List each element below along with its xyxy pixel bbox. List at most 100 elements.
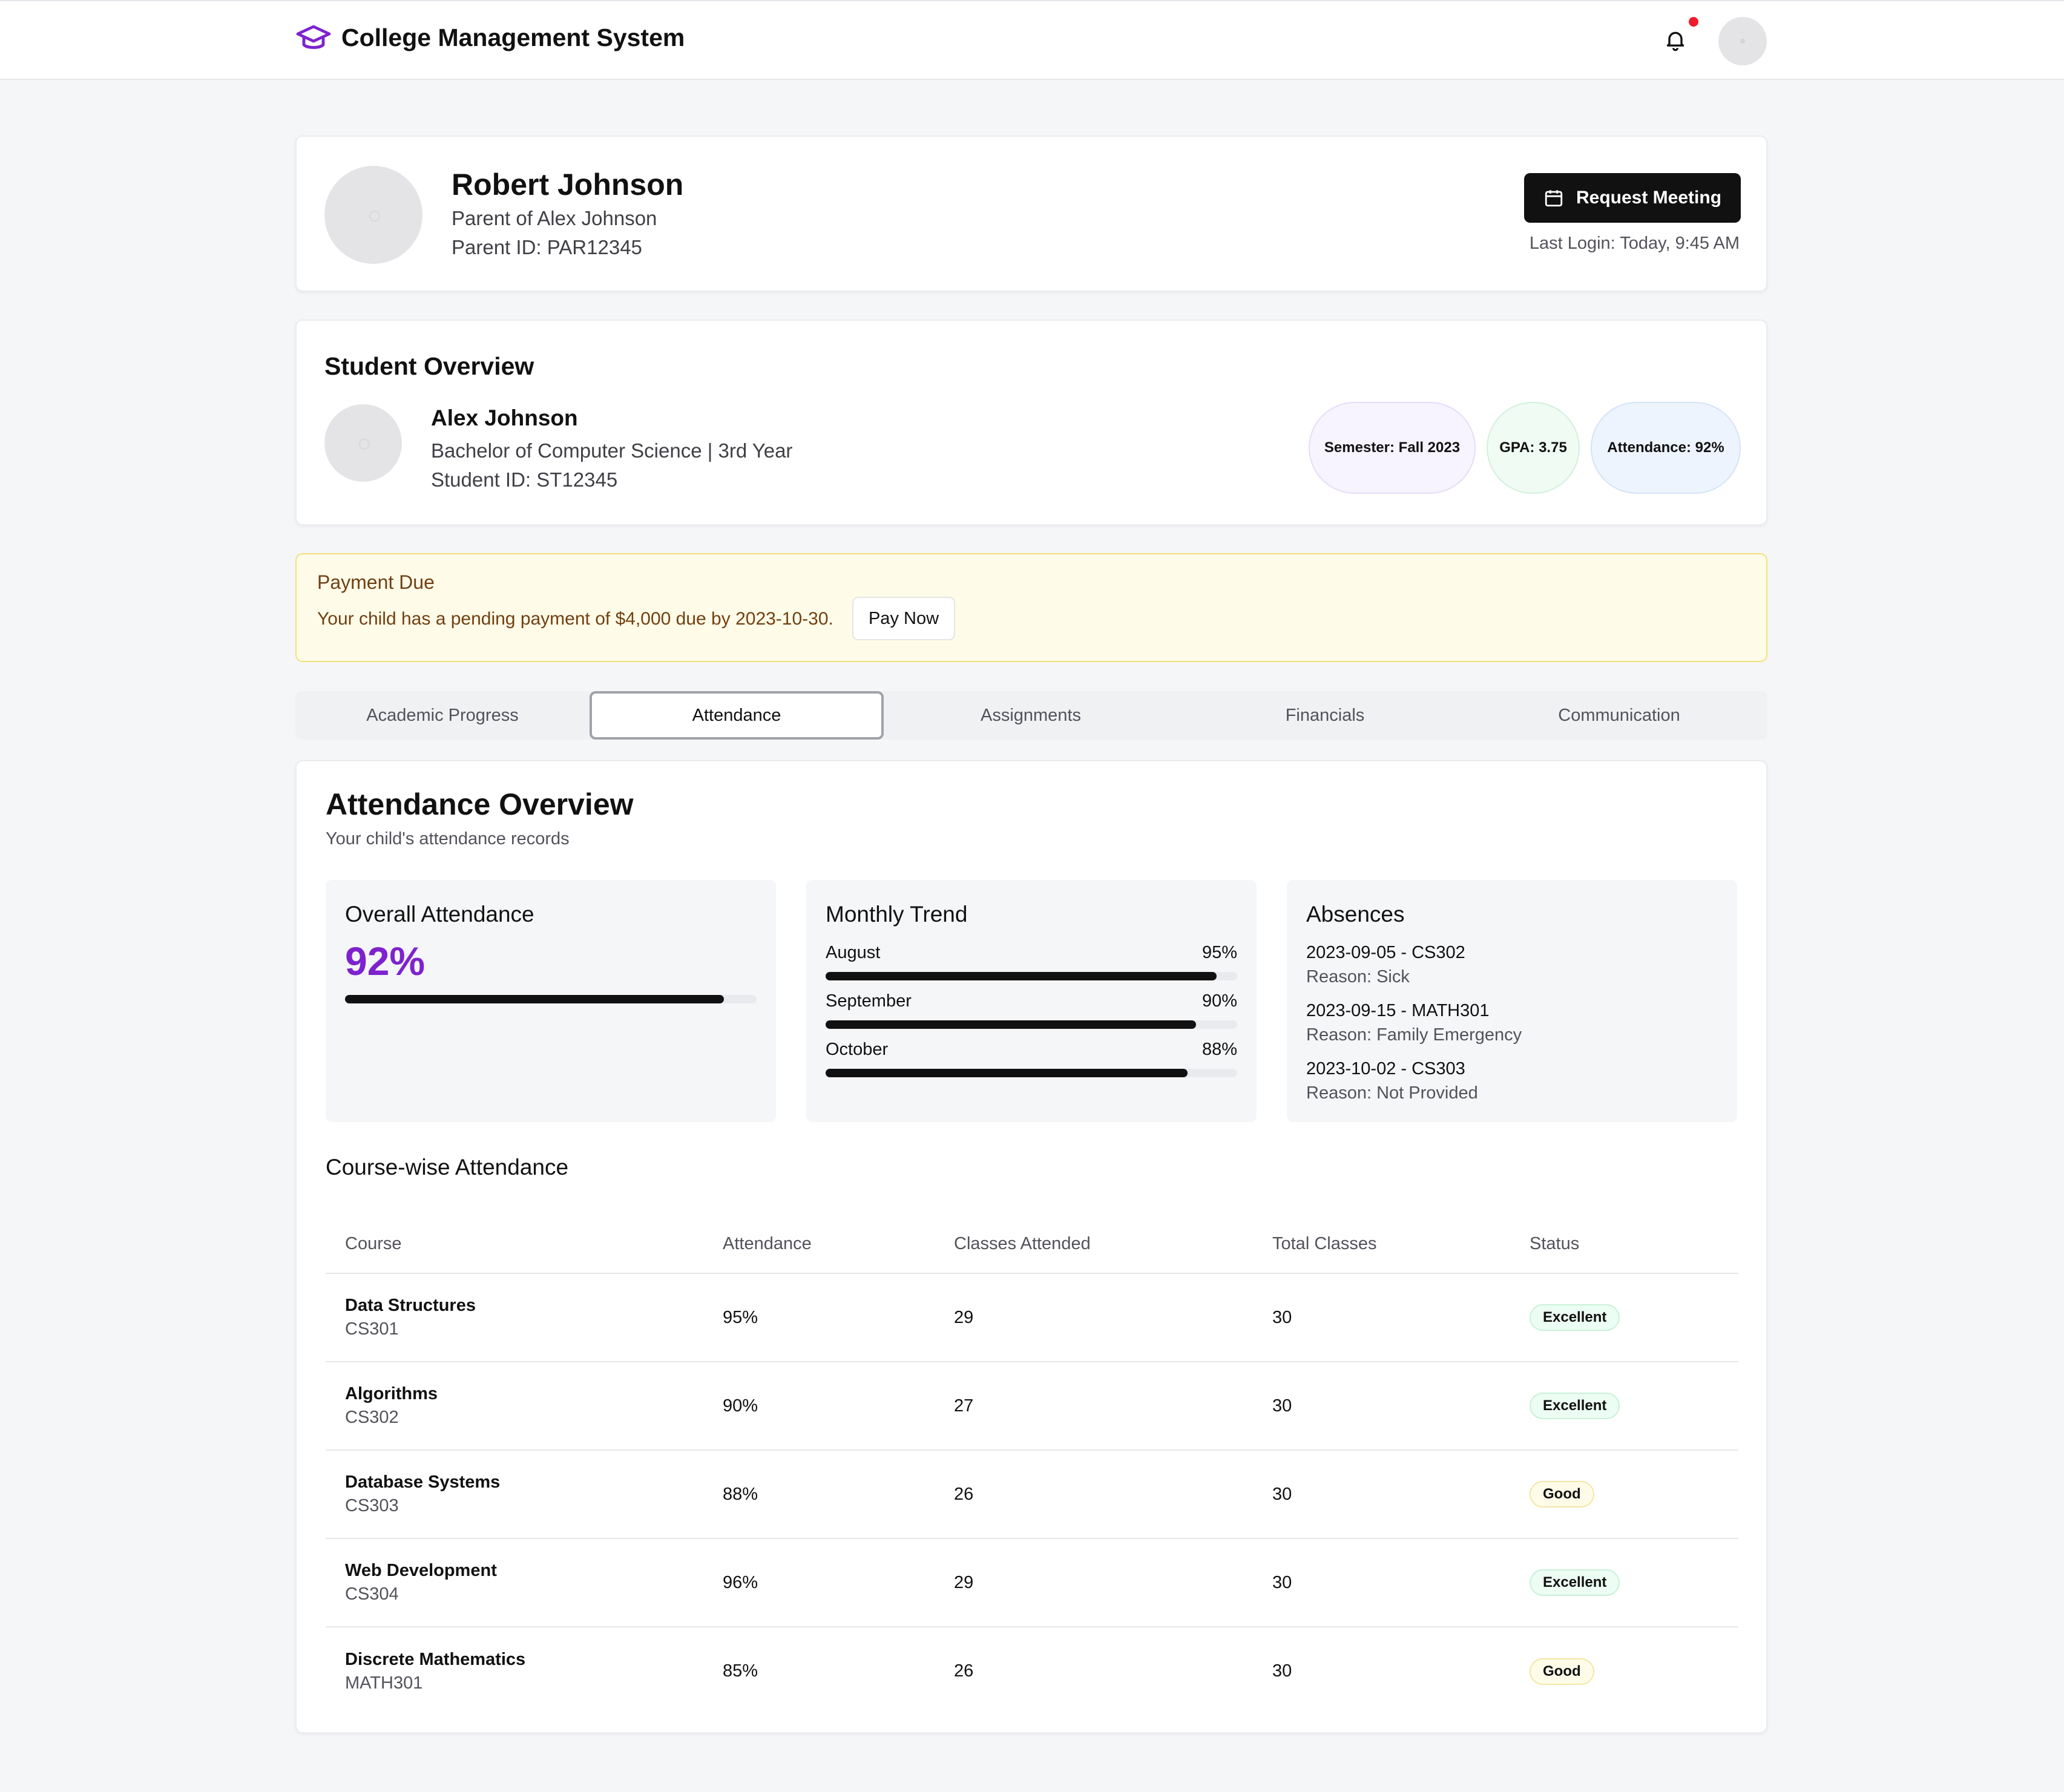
user-avatar[interactable] bbox=[1718, 17, 1767, 65]
absence-date-course: 2023-09-15 - MATH301 bbox=[1306, 1001, 1490, 1020]
progress-fill bbox=[345, 995, 724, 1003]
column-header: Course bbox=[326, 1215, 703, 1274]
month-progress-bar bbox=[826, 1020, 1237, 1029]
panel-subtitle: Your child's attendance records bbox=[326, 829, 570, 848]
course-code: CS304 bbox=[345, 1584, 399, 1604]
classes-attended-cell: 29 bbox=[935, 1538, 1253, 1627]
attendance-pill: Attendance: 92% bbox=[1591, 402, 1741, 494]
parent-name: Robert Johnson bbox=[452, 168, 684, 202]
status-cell: Excellent bbox=[1510, 1273, 1738, 1362]
column-header: Attendance bbox=[703, 1215, 935, 1274]
alert-message: Your child has a pending payment of $4,0… bbox=[317, 609, 833, 629]
classes-attended-cell: 26 bbox=[954, 1661, 974, 1681]
month-progress-bar bbox=[826, 1069, 1237, 1077]
tab-assignments[interactable]: Assignments bbox=[884, 691, 1178, 740]
course-name: Database Systems bbox=[345, 1472, 501, 1492]
course-table-title: Course-wise Attendance bbox=[326, 1155, 569, 1180]
status-cell: Good bbox=[1510, 1627, 1738, 1715]
course-code: CS301 bbox=[345, 1319, 399, 1339]
parent-profile-card: Robert Johnson Parent of Alex Johnson Pa… bbox=[295, 136, 1767, 292]
parent-relation: Parent of Alex Johnson bbox=[452, 207, 657, 229]
absence-reason: Reason: Family Emergency bbox=[1306, 1025, 1522, 1045]
tab-attendance[interactable]: Attendance bbox=[590, 691, 884, 740]
total-classes-cell: 30 bbox=[1253, 1538, 1510, 1627]
status-cell: Excellent bbox=[1510, 1538, 1738, 1627]
monthly-trend-card: Monthly Trend August 95% September 90% O… bbox=[806, 880, 1257, 1122]
course-cell: Database Systems CS303 bbox=[326, 1450, 703, 1539]
month-value: 88% bbox=[1201, 1040, 1237, 1059]
overall-percentage: 92% bbox=[345, 939, 426, 983]
classes-attended-cell: 29 bbox=[935, 1273, 1253, 1362]
status-badge: Good bbox=[1530, 1481, 1594, 1508]
course-name: Discrete Mathematics bbox=[345, 1649, 526, 1669]
student-avatar bbox=[324, 404, 402, 482]
stat-title: Overall Attendance bbox=[345, 902, 534, 927]
pill-label: Attendance: 92% bbox=[1607, 439, 1724, 456]
column-header: Total Classes bbox=[1253, 1215, 1510, 1274]
semester-pill: Semester: Fall 2023 bbox=[1309, 402, 1476, 494]
month-progress-bar bbox=[826, 972, 1237, 980]
tab-academic-progress[interactable]: Academic Progress bbox=[295, 691, 590, 740]
course-cell: Discrete Mathematics MATH301 bbox=[326, 1627, 703, 1715]
brand[interactable]: College Management System bbox=[295, 23, 685, 52]
column-header: Classes Attended bbox=[935, 1215, 1253, 1274]
student-id: Student ID: ST12345 bbox=[431, 468, 618, 491]
attendance-cell: 90% bbox=[703, 1362, 935, 1451]
status-badge: Excellent bbox=[1530, 1569, 1620, 1596]
pay-now-button[interactable]: Pay Now bbox=[852, 597, 955, 640]
month-value: 90% bbox=[1201, 991, 1237, 1011]
bell-icon[interactable] bbox=[1663, 28, 1688, 52]
table-row: Database Systems CS303 88% 26 30 Good bbox=[326, 1450, 1738, 1539]
request-meeting-button[interactable]: Request Meeting bbox=[1524, 173, 1741, 223]
attendance-cell: 95% bbox=[703, 1273, 935, 1362]
table-row: Algorithms CS302 90% 27 30 Excellent bbox=[326, 1362, 1738, 1451]
column-header: Status bbox=[1510, 1215, 1738, 1274]
absence-date-course: 2023-09-05 - CS302 bbox=[1306, 943, 1465, 962]
tab-financials[interactable]: Financials bbox=[1178, 691, 1472, 740]
total-classes-cell: 30 bbox=[1253, 1450, 1510, 1539]
student-overview-card: Student Overview Alex Johnson Bachelor o… bbox=[295, 320, 1767, 525]
student-program: Bachelor of Computer Science | 3rd Year bbox=[431, 439, 793, 462]
tab-communication[interactable]: Communication bbox=[1472, 691, 1766, 740]
top-navigation-bar: College Management System bbox=[0, 0, 2064, 80]
parent-id: Parent ID: PAR12345 bbox=[452, 236, 642, 258]
course-code: CS302 bbox=[345, 1408, 399, 1427]
total-classes-cell: 30 bbox=[1272, 1661, 1292, 1681]
app-title: College Management System bbox=[341, 23, 685, 51]
status-badge: Good bbox=[1530, 1658, 1594, 1685]
status-cell: Good bbox=[1510, 1450, 1738, 1539]
progress-fill bbox=[826, 1069, 1188, 1077]
absences-card: Absences 2023-09-05 - CS302 Reason: Sick… bbox=[1287, 880, 1737, 1122]
student-name: Alex Johnson bbox=[431, 405, 578, 430]
attendance-cell: 85% bbox=[723, 1661, 758, 1681]
request-meeting-label: Request Meeting bbox=[1576, 188, 1722, 208]
course-cell: Web Development CS304 bbox=[326, 1538, 703, 1627]
classes-attended-cell: 26 bbox=[935, 1450, 1253, 1539]
panel-title: Attendance Overview bbox=[326, 787, 634, 821]
stat-title: Monthly Trend bbox=[826, 902, 968, 927]
absence-date-course: 2023-10-02 - CS303 bbox=[1306, 1059, 1465, 1078]
calendar-icon bbox=[1545, 190, 1563, 207]
course-code: CS303 bbox=[345, 1496, 399, 1515]
tab-bar: Academic Progress Attendance Assignments… bbox=[295, 691, 1767, 740]
overall-attendance-card: Overall Attendance 92% bbox=[326, 880, 776, 1122]
course-attendance-table: Course Attendance Classes Attended Total… bbox=[326, 1215, 1738, 1715]
status-badge: Excellent bbox=[1530, 1304, 1620, 1331]
table-row: Web Development CS304 96% 29 30 Excellent bbox=[326, 1538, 1738, 1627]
section-title: Student Overview bbox=[324, 352, 534, 380]
progress-fill bbox=[826, 1020, 1196, 1029]
alert-title: Payment Due bbox=[317, 571, 435, 593]
month-label: August bbox=[826, 943, 881, 962]
table-row: Data Structures CS301 95% 29 30 Excellent bbox=[326, 1273, 1738, 1362]
payment-due-alert: Payment Due Your child has a pending pay… bbox=[295, 553, 1767, 662]
last-login: Last Login: Today, 9:45 AM bbox=[1529, 234, 1740, 253]
status-cell: Excellent bbox=[1510, 1362, 1738, 1451]
attendance-panel: Attendance Overview Your child's attenda… bbox=[295, 760, 1767, 1733]
absence-reason: Reason: Sick bbox=[1306, 967, 1410, 986]
course-name: Data Structures bbox=[345, 1296, 476, 1315]
parent-avatar bbox=[324, 166, 422, 264]
attendance-cell: 88% bbox=[703, 1450, 935, 1539]
classes-attended-cell: 27 bbox=[935, 1362, 1253, 1451]
table-row: Discrete Mathematics MATH301 85% 26 30 Go… bbox=[326, 1627, 1738, 1715]
pill-label: GPA: 3.75 bbox=[1499, 439, 1567, 456]
